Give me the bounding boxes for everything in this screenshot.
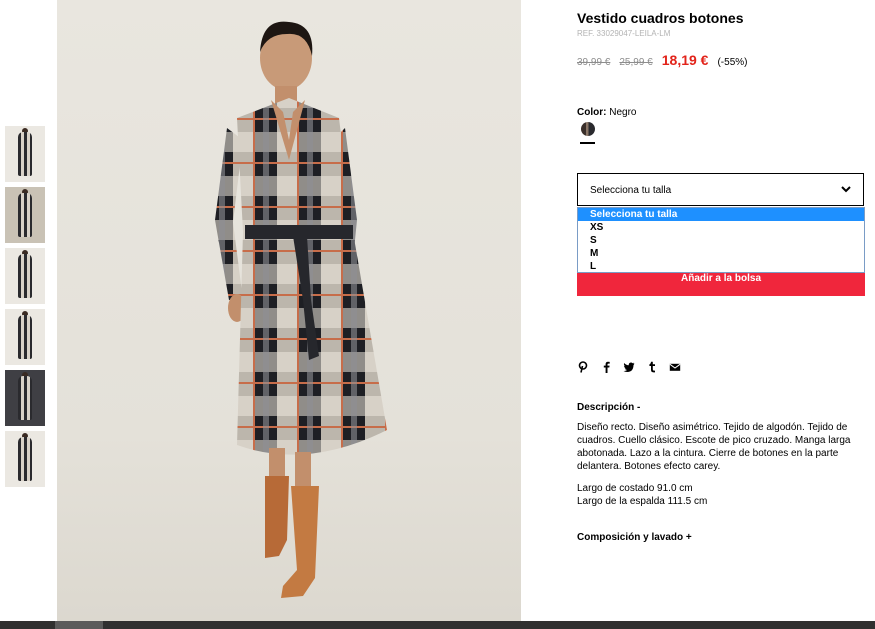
measure-back-length: Largo de la espalda 111.5 cm (577, 496, 708, 507)
product-main-image (57, 0, 521, 621)
thumbnail-1[interactable] (5, 126, 45, 182)
thumbnail-4[interactable] (5, 309, 45, 365)
measurements: Largo de costado 91.0 cm Largo de la esp… (577, 482, 707, 508)
thumbnail-figure (18, 315, 32, 359)
thumbnail-figure (18, 376, 32, 420)
chevron-down-icon (841, 186, 851, 193)
color-label: Color: Negro (577, 107, 636, 118)
tumblr-icon[interactable] (646, 360, 658, 373)
description-text: Diseño recto. Diseño asimétrico. Tejido … (577, 422, 851, 472)
thumbnail-2[interactable] (5, 187, 45, 243)
scrollbar-thumb[interactable] (55, 621, 103, 629)
previous-price: 25,99 € (619, 57, 653, 68)
price-row: 39,99 € 25,99 € 18,19 € (-55%) (577, 52, 747, 68)
thumbnail-figure (18, 254, 32, 298)
discount-badge: (-55%) (717, 57, 748, 68)
size-select[interactable]: Selecciona tu talla (577, 173, 864, 206)
product-title: Vestido cuadros botones (577, 10, 744, 26)
size-option[interactable]: M (578, 247, 864, 260)
twitter-icon[interactable] (623, 360, 635, 372)
thumbnail-figure (18, 437, 32, 481)
original-price: 39,99 € (577, 57, 611, 68)
size-option[interactable]: Selecciona tu talla (578, 208, 864, 221)
horizontal-scrollbar[interactable] (0, 621, 875, 629)
composition-heading[interactable]: Composición y lavado + (577, 532, 692, 543)
description-heading[interactable]: Descripción - (577, 402, 640, 413)
size-dropdown-list: Selecciona tu talla XS S M L (577, 207, 865, 273)
thumbnail-list (5, 126, 45, 492)
color-label-title: Color: (577, 107, 607, 118)
thumbnail-5[interactable] (5, 370, 45, 426)
size-select-value: Selecciona tu talla (590, 185, 672, 196)
add-to-bag-button[interactable]: Añadir a la bolsa (577, 273, 865, 296)
mail-icon[interactable] (669, 360, 681, 372)
thumbnail-figure (18, 132, 32, 176)
pinterest-icon[interactable] (577, 360, 589, 373)
swatch-selected-indicator (580, 142, 595, 144)
measure-side-length: Largo de costado 91.0 cm (577, 483, 693, 494)
share-icons (577, 360, 681, 373)
size-option[interactable]: L (578, 260, 864, 273)
model-illustration (215, 21, 387, 598)
color-value: Negro (609, 107, 637, 118)
facebook-icon[interactable] (600, 360, 612, 373)
product-reference: REF. 33029047-LEILA-LM (577, 29, 671, 38)
thumbnail-figure (18, 193, 32, 237)
thumbnail-3[interactable] (5, 248, 45, 304)
size-option[interactable]: XS (578, 221, 864, 234)
sale-price: 18,19 € (661, 52, 709, 68)
thumbnail-6[interactable] (5, 431, 45, 487)
color-swatch-negro[interactable] (581, 122, 595, 136)
size-option[interactable]: S (578, 234, 864, 247)
